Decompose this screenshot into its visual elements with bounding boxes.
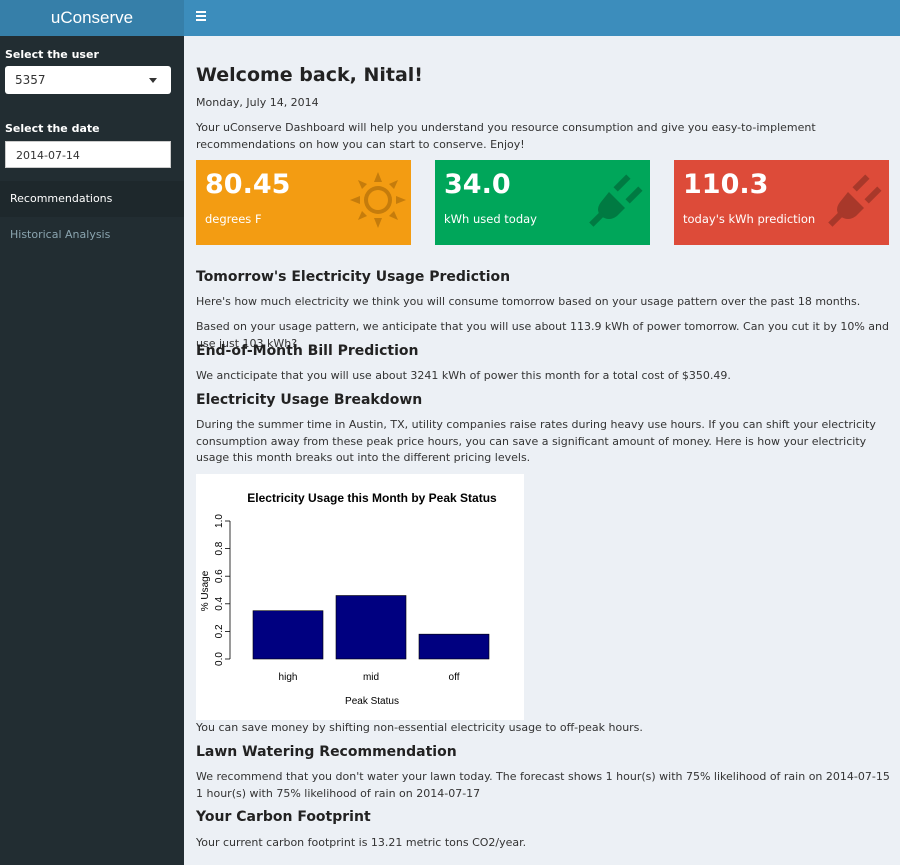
user-select-label: Select the user [5,48,99,61]
user-select-value: 5357 [15,73,46,87]
usage-breakdown-heading: Electricity Usage Breakdown [196,392,423,408]
usage-breakdown-text: During the summer time in Austin, TX, ut… [196,418,876,464]
x-tick-label-mid: mid [363,672,379,683]
y-tick-label: 0.4 [214,596,225,610]
bill-prediction-text: We ancticipate that you will use about 3… [196,369,731,382]
user-select[interactable]: 5357 [5,66,171,94]
chart-y-axis-label: % Usage [200,570,211,611]
y-tick-label: 1.0 [214,514,225,528]
kwh-used-label: kWh used today [444,212,537,226]
kwh-prediction-label: today's kWh prediction [683,212,816,226]
kwh-prediction-value: 110.3 [683,169,769,200]
sidebar-item-recommendations[interactable]: Recommendations [0,181,184,217]
lawn-watering-heading: Lawn Watering Recommendation [196,744,457,760]
chart-x-axis-label: Peak Status [345,696,399,707]
bar-off [418,633,490,660]
bar-mid [335,595,407,660]
sidebar: Select the user 5357 Select the date 201… [0,36,184,865]
y-tick-label: 0.8 [214,541,225,555]
y-tick-label: 0.0 [214,652,225,666]
temperature-label: degrees F [205,212,262,226]
top-navbar [184,0,900,36]
date-input[interactable]: 2014-07-14 [5,141,171,168]
kwh-used-value-box: 34.0 kWh used today [435,160,650,245]
sidebar-item-historical-analysis[interactable]: Historical Analysis [0,217,184,253]
shift-usage-text: You can save money by shifting non-essen… [196,721,643,734]
x-tick-label-high: high [279,672,298,683]
x-tick-label-off: off [449,672,460,683]
tomorrow-intro-text: Here's how much electricity we think you… [196,295,861,308]
chart-x-ticks: high mid off [279,672,460,683]
sun-icon [350,172,406,228]
chart-title: Electricity Usage this Month by Peak Sta… [247,491,497,505]
temperature-value: 80.45 [205,169,291,200]
plug-icon [589,174,643,227]
bar-high [252,610,324,660]
peak-usage-chart: Electricity Usage this Month by Peak Sta… [196,474,524,720]
lawn-watering-text: We recommend that you don't water your l… [196,770,890,800]
kwh-prediction-value-box: 110.3 today's kWh prediction [674,160,889,245]
kwh-used-value: 34.0 [444,169,511,200]
y-tick-label: 0.6 [214,569,225,583]
page-title: Welcome back, Nital! [196,64,423,86]
bill-prediction-heading: End-of-Month Bill Prediction [196,343,419,359]
sidebar-toggle-icon[interactable] [196,11,206,21]
carbon-footprint-text: Your current carbon footprint is 13.21 m… [196,836,527,849]
y-tick-label: 0.2 [214,624,225,638]
chevron-down-icon [149,78,157,83]
plug-icon [828,174,882,227]
date-input-label: Select the date [5,122,100,135]
current-date: Monday, July 14, 2014 [196,96,319,109]
carbon-footprint-heading: Your Carbon Footprint [196,809,371,825]
chart-y-axis: 0.0 0.2 0.4 0.6 0.8 1.0 [214,514,231,666]
tomorrow-prediction-heading: Tomorrow's Electricity Usage Prediction [196,269,511,285]
app-logo[interactable]: uConserve [0,0,184,36]
temperature-value-box: 80.45 degrees F [196,160,411,245]
main-content: Welcome back, Nital! Monday, July 14, 20… [184,36,900,865]
intro-text: Your uConserve Dashboard will help you u… [196,121,816,151]
chart-bars [252,595,490,660]
peak-usage-chart-svg: Electricity Usage this Month by Peak Sta… [200,491,497,707]
